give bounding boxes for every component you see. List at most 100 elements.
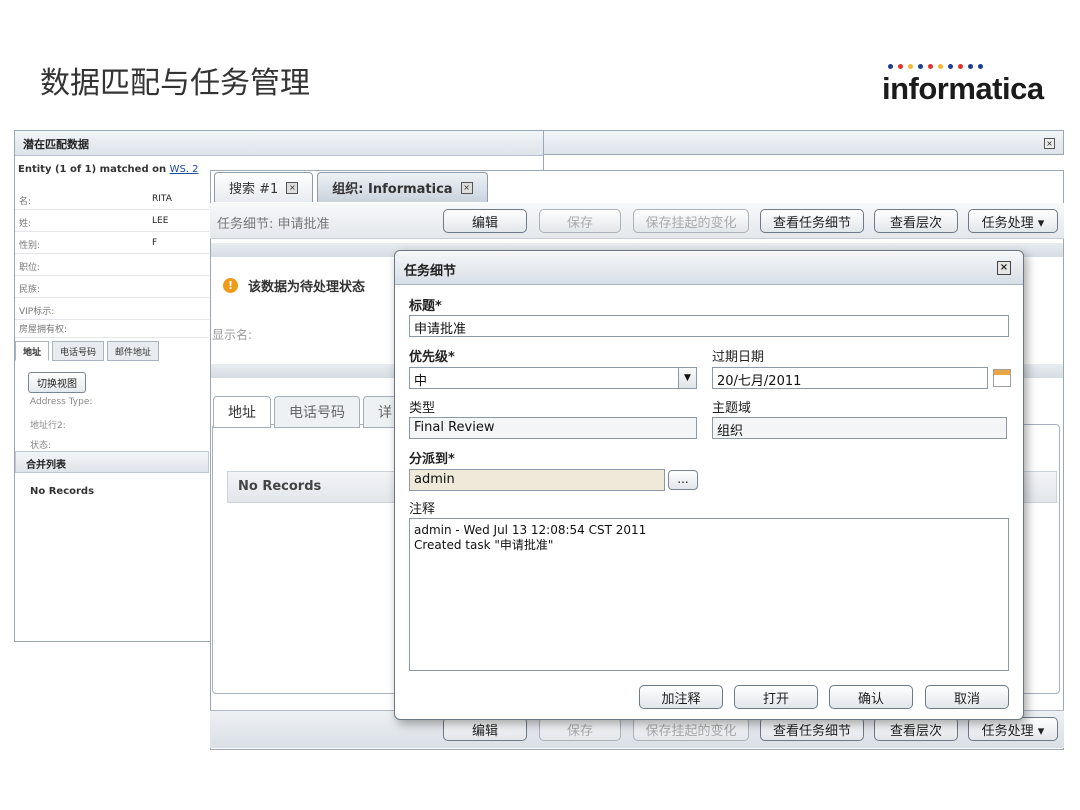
matched-prefix: Entity (1 of 1) matched on xyxy=(18,164,167,175)
view-hierarchy-button-bottom[interactable]: 查看层次 xyxy=(874,717,958,741)
address-type-label: Address Type: xyxy=(30,397,93,407)
priority-value: 中 xyxy=(414,374,428,389)
calendar-icon[interactable] xyxy=(993,369,1011,387)
field-value: LEE xyxy=(152,216,169,226)
logo-dot xyxy=(978,64,983,69)
field-row-gender: 性别: F xyxy=(15,232,209,254)
field-row-home-ownership: 房屋拥有权: xyxy=(15,316,209,338)
potential-match-header: 潜在匹配数据 xyxy=(15,131,543,156)
field-label: 职位: xyxy=(19,263,41,273)
notes-textarea[interactable]: admin - Wed Jul 13 12:08:54 CST 2011 Cre… xyxy=(409,518,1009,671)
field-value: F xyxy=(152,238,158,248)
field-row-first-name: 名: RITA xyxy=(15,188,209,210)
switch-view-button[interactable]: 切换视图 xyxy=(28,372,86,393)
pending-warning: ! 该数据为待处理状态 xyxy=(223,276,365,295)
edit-button[interactable]: 编辑 xyxy=(443,209,527,233)
priority-select[interactable]: 中 ▼ xyxy=(409,367,697,389)
main-tab-strip: 搜索 #1 × 组织: Informatica × xyxy=(210,170,488,202)
informatica-logo: informatica xyxy=(882,64,1044,114)
display-name-label: 显示名: xyxy=(212,328,253,342)
logo-dots xyxy=(888,64,1032,69)
open-button[interactable]: 打开 xyxy=(734,685,818,709)
tab-email-small[interactable]: 邮件地址 xyxy=(107,341,160,361)
notes-line: Created task "申请批准" xyxy=(414,538,554,552)
priority-label: 优先级* xyxy=(409,350,455,365)
type-field: Final Review xyxy=(409,417,697,439)
edit-button-bottom[interactable]: 编辑 xyxy=(443,717,527,741)
matched-link[interactable]: WS. 2 xyxy=(170,164,199,175)
pending-warning-text: 该数据为待处理状态 xyxy=(248,280,366,295)
tab-search[interactable]: 搜索 #1 × xyxy=(214,172,314,202)
field-label: 房屋拥有权: xyxy=(19,325,68,335)
assign-field[interactable]: admin xyxy=(409,469,665,491)
confirm-button[interactable]: 确认 xyxy=(829,685,913,709)
entity-sub-tabs: 地址 电话号码 详 xyxy=(213,396,407,428)
task-detail-label: 任务细节: 申请批准 xyxy=(217,217,330,232)
due-date-input[interactable]: 20/七月/2011 xyxy=(712,367,988,389)
notes-line: admin - Wed Jul 13 12:08:54 CST 2011 xyxy=(414,523,647,537)
close-icon[interactable]: × xyxy=(460,181,473,194)
logo-dot xyxy=(948,64,953,69)
merge-list-header: 合并列表 xyxy=(15,451,209,473)
add-note-button[interactable]: 加注释 xyxy=(639,685,723,709)
title-input[interactable]: 申请批准 xyxy=(409,315,1009,337)
dialog-title: 任务细节 xyxy=(404,264,457,279)
task-detail-dialog: 任务细节 × 标题* 申请批准 优先级* 中 ▼ 过期日期 20/七月/2011… xyxy=(394,250,1024,720)
matched-text: Entity (1 of 1) matched on WS. 2 xyxy=(18,164,199,175)
task-action-dropdown-bottom[interactable]: 任务处理 ▾ xyxy=(968,717,1058,741)
field-row-last-name: 姓: LEE xyxy=(15,210,209,232)
logo-dot xyxy=(888,64,893,69)
field-label: 姓: xyxy=(19,219,32,229)
field-row-position: 职位: xyxy=(15,254,209,276)
save-button[interactable]: 保存 xyxy=(539,209,621,233)
logo-text: informatica xyxy=(882,71,1044,106)
tab-address-small[interactable]: 地址 xyxy=(15,341,50,361)
field-label: 性别: xyxy=(19,241,41,251)
due-date-label: 过期日期 xyxy=(712,350,765,365)
type-label: 类型 xyxy=(409,401,436,416)
address-line2-label: 地址行2: xyxy=(30,421,66,431)
logo-dot xyxy=(938,64,943,69)
logo-dot xyxy=(918,64,923,69)
tab-phone-small[interactable]: 电话号码 xyxy=(52,341,105,361)
cancel-button[interactable]: 取消 xyxy=(925,685,1009,709)
warning-icon: ! xyxy=(223,278,238,293)
logo-dot xyxy=(958,64,963,69)
chevron-down-icon[interactable]: ▼ xyxy=(678,368,696,388)
close-icon[interactable]: × xyxy=(286,181,299,194)
view-task-details-button[interactable]: 查看任务细节 xyxy=(760,209,864,233)
logo-dot xyxy=(908,64,913,69)
tab-address[interactable]: 地址 xyxy=(213,396,271,428)
notes-label: 注释 xyxy=(409,502,436,517)
potential-match-title: 潜在匹配数据 xyxy=(23,138,89,151)
status-label: 状态: xyxy=(30,441,52,451)
title-label: 标题* xyxy=(409,299,442,314)
assign-label: 分派到* xyxy=(409,452,455,467)
field-value: RITA xyxy=(152,194,172,204)
save-pending-button-bottom[interactable]: 保存挂起的变化 xyxy=(633,717,749,741)
task-action-dropdown[interactable]: 任务处理 ▾ xyxy=(968,209,1058,233)
save-button-bottom[interactable]: 保存 xyxy=(539,717,621,741)
field-row-ethnicity: 民族: xyxy=(15,276,209,298)
subject-area-label: 主题域 xyxy=(712,401,752,416)
logo-dot xyxy=(968,64,973,69)
view-hierarchy-button[interactable]: 查看层次 xyxy=(874,209,958,233)
save-pending-button[interactable]: 保存挂起的变化 xyxy=(633,209,749,233)
field-label: 民族: xyxy=(19,285,41,295)
browse-assignee-button[interactable]: ... xyxy=(668,470,698,490)
field-label: 名: xyxy=(19,197,32,207)
tab-organization[interactable]: 组织: Informatica × xyxy=(317,172,488,202)
slide-title: 数据匹配与任务管理 xyxy=(40,66,310,101)
close-icon[interactable]: × xyxy=(997,261,1011,275)
tab-organization-label: 组织: Informatica xyxy=(332,182,453,197)
logo-dot xyxy=(898,64,903,69)
tab-search-label: 搜索 #1 xyxy=(229,182,279,197)
view-task-details-button-bottom[interactable]: 查看任务细节 xyxy=(760,717,864,741)
subject-area-field: 组织 xyxy=(712,417,1007,439)
back-panel-tabs: 地址 电话号码 邮件地址 xyxy=(15,341,160,361)
tab-phone[interactable]: 电话号码 xyxy=(274,396,360,428)
close-icon[interactable]: × xyxy=(1044,138,1055,149)
dialog-title-bar: 任务细节 × xyxy=(395,251,1023,285)
merge-no-records: No Records xyxy=(30,486,95,497)
logo-dot xyxy=(928,64,933,69)
